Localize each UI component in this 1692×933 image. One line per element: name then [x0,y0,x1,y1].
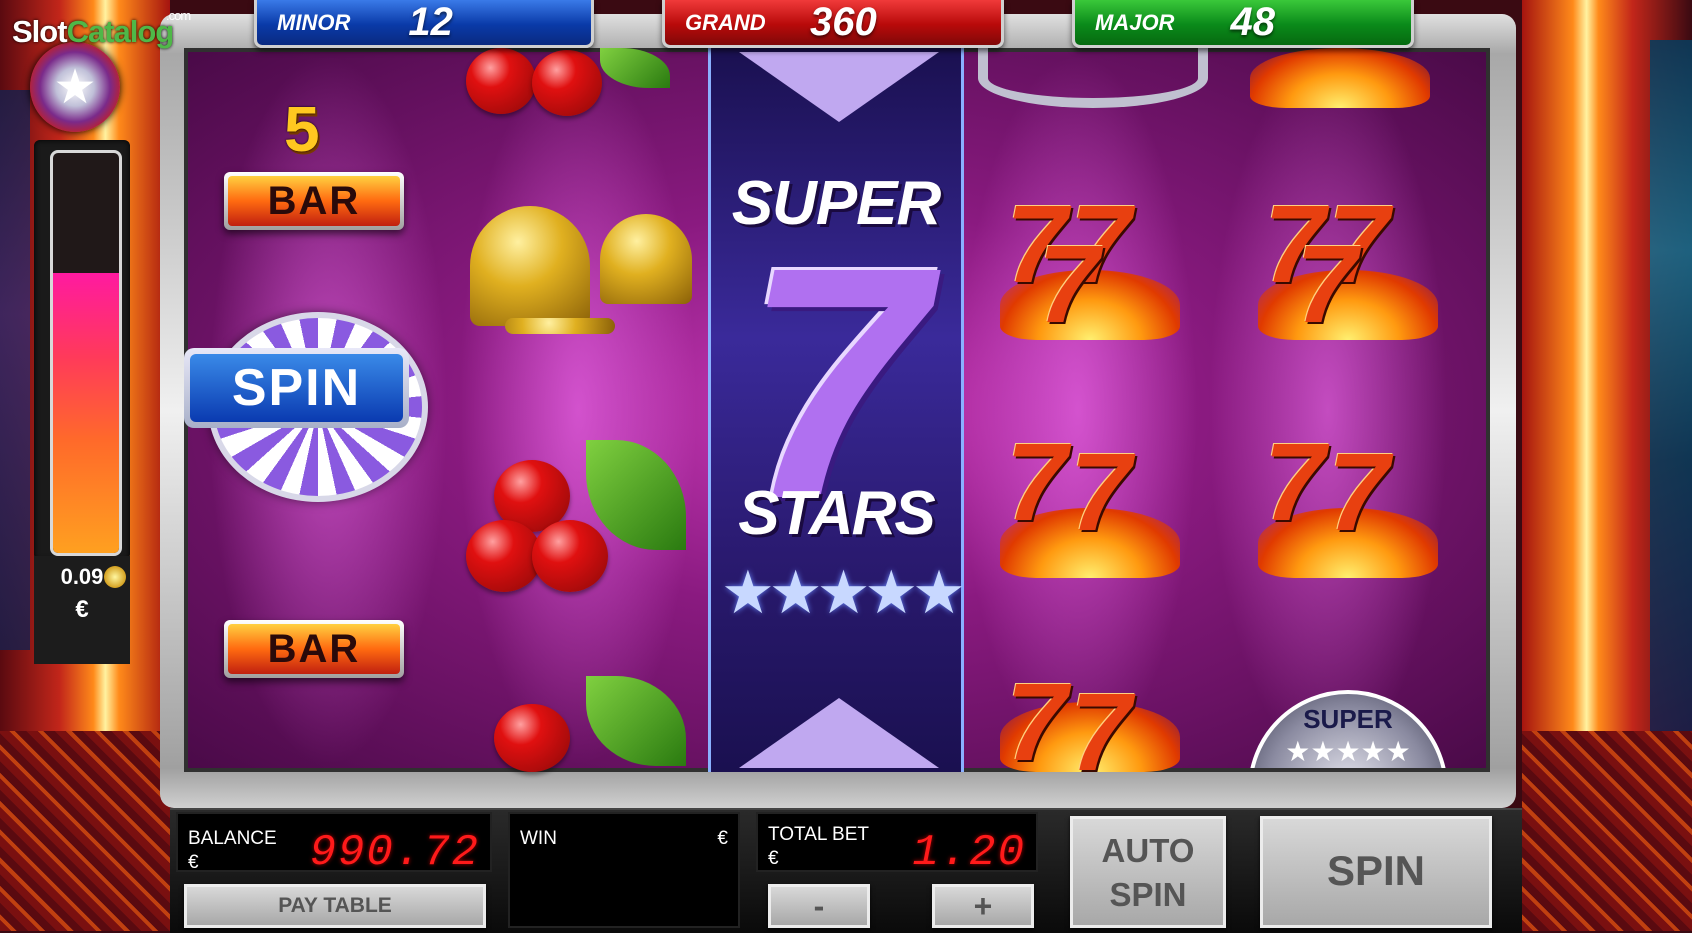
seven-symbol: 7 [1070,431,1132,554]
reel-marker-up-icon [739,698,939,768]
cherry-symbol [466,48,536,114]
bell-symbol [600,214,692,304]
slotcatalog-logo: SlotCatalog .com [12,8,191,50]
seven-symbol: 7 [1006,421,1068,544]
jackpot-grand: GRAND 360 [662,0,1004,48]
jackpot-grand-label: GRAND [685,9,766,35]
bar-label: BAR [228,624,400,674]
jackpot-major-value: 48 [1230,0,1275,44]
flame-icon [1250,48,1430,108]
fire-symbol-partial [1250,48,1430,108]
decrease-bet-button[interactable]: - [768,884,870,928]
stars-icon: ★★★★★ [721,559,966,626]
bet-meter-currency: € [75,596,89,623]
total-bet-currency: € [768,848,779,869]
double-seven-fire-symbol-partial: 7 7 [1000,668,1180,772]
seven-symbol: 7 [1328,431,1390,554]
balance-currency: € [188,852,199,873]
cabinet-left-background-machines [0,90,30,650]
carpet-right [1522,731,1692,931]
super-coin-symbol: SUPER ★★★★★ [1248,690,1448,768]
seven-symbol: 7 [1006,668,1068,772]
seven-symbol: 7 [1296,223,1358,346]
seven-symbol: 7 [1070,671,1132,773]
super-coin-label: SUPER [1303,704,1393,734]
logo-text-suffix: .com [166,8,191,23]
total-bet-label: TOTAL BET [768,824,870,845]
jackpot-grand-value: 360 [809,0,877,44]
five-bar-number: 5 [284,93,320,165]
pay-table-button[interactable]: PAY TABLE [184,884,486,928]
coin-icon [104,566,126,588]
jackpot-minor: MINOR 12 [254,0,594,48]
balance-label: BALANCE [188,828,277,849]
seven-symbol: 7 [1264,421,1326,544]
stars-label: STARS [738,479,936,548]
bell-base [505,318,615,334]
reel-glow-4 [958,52,1198,768]
bar-symbol: BAR [224,620,404,678]
spin-bonus-plate: SPIN [184,348,409,428]
auto-spin-line1: AUTO [1101,832,1195,869]
bet-meter-fill [53,273,119,553]
cherry-symbol [494,704,570,772]
spin-button[interactable]: SPIN [1260,816,1492,928]
increase-bet-button[interactable]: + [932,884,1034,928]
logo-text-catalog: Catalog [66,14,175,49]
bet-meter-readout: 0.09 € [34,556,130,664]
cherry-symbol [466,520,542,592]
carpet-left [0,731,170,931]
five-bar-symbol: BAR [224,172,404,230]
win-currency: € [717,828,728,849]
triple-seven-fire-symbol: 7 7 7 [1000,190,1180,340]
super-coin-symbol-partial [978,48,1208,108]
spin-bonus-label: SPIN [190,354,403,422]
bar-label: BAR [228,176,400,226]
jackpot-minor-value: 12 [408,0,453,44]
super-seven-stars-wild-reel: SUPER 7 STARS ★★★★★ [708,48,966,772]
total-bet-value: 1.20 [912,828,1026,878]
reel-glow-2 [458,52,698,768]
star-emblem-icon: ★ [30,42,120,132]
balance-display: BALANCE € 990.72 [176,812,492,878]
win-label: WIN [520,828,557,849]
logo-text-slot: Slot [12,14,68,49]
triple-seven-fire-symbol: 7 7 7 [1258,190,1438,340]
win-display: WIN € [508,812,740,928]
seven-symbol: 7 [1038,223,1100,346]
double-seven-fire-symbol: 7 7 [1258,428,1438,578]
jackpot-minor-label: MINOR [277,9,351,35]
total-bet-display: TOTAL BET € 1.20 [756,812,1038,878]
reel-marker-down-icon [739,52,939,122]
jackpot-major-label: MAJOR [1095,9,1175,35]
auto-spin-line2: SPIN [1109,876,1187,913]
cherry-symbol [532,50,602,116]
bell-symbol [470,206,590,326]
jackpot-major: MAJOR 48 [1072,0,1414,48]
balance-value: 990.72 [309,828,480,878]
double-seven-fire-symbol: 7 7 [1000,428,1180,578]
super-coin-symbol-clip: SUPER ★★★★★ [1248,690,1448,768]
reel-glow-5 [1208,52,1448,768]
auto-spin-button[interactable]: AUTO SPIN [1070,816,1226,928]
super-coin-stars-icon: ★★★★★ [1285,736,1411,767]
bet-meter [50,150,122,556]
cabinet-right-background-machines [1650,40,1692,740]
cherry-symbol [532,520,608,592]
